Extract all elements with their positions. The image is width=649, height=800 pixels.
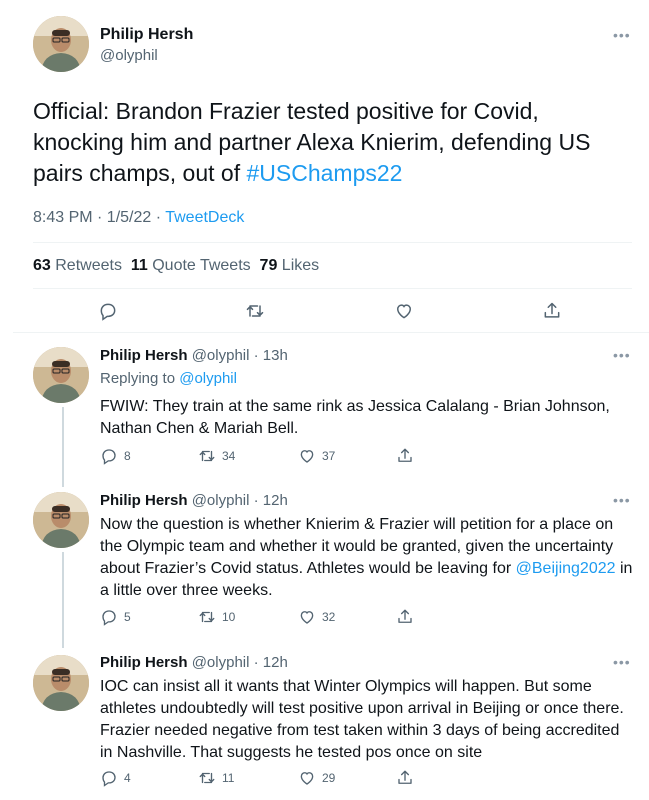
divider bbox=[33, 288, 632, 289]
tweet-source[interactable]: TweetDeck bbox=[165, 209, 244, 226]
avatar[interactable] bbox=[33, 16, 89, 72]
tweet-text: Official: Brandon Frazier tested positiv… bbox=[33, 96, 633, 189]
like-button[interactable] bbox=[394, 301, 414, 321]
like-icon bbox=[300, 772, 314, 785]
reply-icon bbox=[102, 449, 116, 465]
share-icon bbox=[398, 448, 412, 462]
quote-tweets-stat[interactable]: 11 Quote Tweets bbox=[131, 257, 251, 274]
like-count: 32 bbox=[322, 610, 336, 624]
retweet-icon bbox=[199, 450, 215, 462]
author-name[interactable]: Philip Hersh bbox=[100, 26, 193, 44]
divider bbox=[33, 242, 632, 243]
retweet-icon bbox=[199, 611, 215, 623]
like-icon bbox=[300, 611, 314, 624]
author-handle-time[interactable]: @olyphil · 13h bbox=[192, 347, 288, 364]
retweet-button[interactable]: 34 bbox=[198, 447, 235, 465]
share-button[interactable] bbox=[542, 301, 562, 321]
mention-link[interactable]: @Beijing2022 bbox=[516, 560, 616, 577]
reply-header: Philip Hersh @olyphil · 13h bbox=[100, 347, 288, 364]
reply-count: 4 bbox=[124, 771, 131, 785]
reply-text: Now the question is whether Knierim & Fr… bbox=[100, 516, 633, 599]
reply-icon bbox=[102, 771, 116, 787]
reply-button[interactable]: 8 bbox=[100, 447, 131, 465]
share-button[interactable] bbox=[396, 447, 414, 465]
reply-header: Philip Hersh @olyphil · 12h bbox=[100, 492, 288, 509]
author-name[interactable]: Philip Hersh bbox=[100, 492, 188, 509]
reply-text: FWIW: They train at the same rink as Jes… bbox=[100, 398, 610, 437]
retweet-button[interactable]: 11 bbox=[198, 769, 234, 787]
thread-line bbox=[62, 552, 64, 648]
thread-line bbox=[62, 407, 64, 487]
like-icon bbox=[396, 304, 412, 319]
reply-icon bbox=[102, 610, 116, 626]
more-icon[interactable]: ••• bbox=[613, 654, 631, 670]
retweet-button[interactable] bbox=[245, 301, 265, 321]
avatar[interactable] bbox=[33, 655, 89, 711]
author-handle[interactable]: @olyphil bbox=[100, 47, 158, 64]
reply-count: 5 bbox=[124, 610, 131, 624]
more-icon[interactable]: ••• bbox=[613, 492, 631, 508]
share-icon bbox=[544, 302, 560, 318]
reply-button[interactable] bbox=[98, 301, 118, 321]
tweet-time[interactable]: 8:43 PM · 1/5/22 · bbox=[33, 209, 165, 226]
share-icon bbox=[398, 609, 412, 623]
author-handle-time[interactable]: @olyphil · 12h bbox=[192, 654, 288, 671]
more-icon[interactable]: ••• bbox=[613, 347, 631, 363]
like-count: 37 bbox=[322, 449, 336, 463]
retweet-icon bbox=[199, 772, 215, 784]
share-icon bbox=[398, 770, 412, 784]
hashtag-link[interactable]: #USChamps22 bbox=[247, 160, 403, 186]
replying-to-link[interactable]: @olyphil bbox=[179, 370, 237, 387]
tweet-meta: 8:43 PM · 1/5/22 · TweetDeck bbox=[33, 209, 244, 227]
retweet-count: 10 bbox=[222, 610, 236, 624]
avatar[interactable] bbox=[33, 492, 89, 548]
author-handle-time[interactable]: @olyphil · 12h bbox=[192, 492, 288, 509]
reply-icon bbox=[100, 303, 116, 321]
divider bbox=[13, 332, 649, 333]
like-button[interactable]: 29 bbox=[298, 769, 335, 787]
replying-to: Replying to @olyphil bbox=[100, 370, 237, 387]
author-name[interactable]: Philip Hersh bbox=[100, 654, 188, 671]
retweet-count: 11 bbox=[222, 771, 235, 785]
retweet-count: 34 bbox=[222, 449, 236, 463]
like-button[interactable]: 32 bbox=[298, 608, 335, 626]
reply-button[interactable]: 4 bbox=[100, 769, 131, 787]
share-button[interactable] bbox=[396, 608, 414, 626]
retweets-stat[interactable]: 63 Retweets bbox=[33, 257, 122, 274]
avatar[interactable] bbox=[33, 347, 89, 403]
reply-count: 8 bbox=[124, 449, 131, 463]
author-name[interactable]: Philip Hersh bbox=[100, 347, 188, 364]
share-button[interactable] bbox=[396, 769, 414, 787]
reply-text: IOC can insist all it wants that Winter … bbox=[100, 678, 624, 761]
reply-button[interactable]: 5 bbox=[100, 608, 131, 626]
likes-stat[interactable]: 79 Likes bbox=[260, 257, 320, 274]
like-icon bbox=[300, 450, 314, 463]
reply-header: Philip Hersh @olyphil · 12h bbox=[100, 654, 288, 671]
tweet-stats: 63 Retweets 11 Quote Tweets 79 Likes bbox=[33, 257, 319, 275]
more-icon[interactable]: ••• bbox=[613, 27, 631, 43]
retweet-button[interactable]: 10 bbox=[198, 608, 235, 626]
like-count: 29 bbox=[322, 771, 336, 785]
like-button[interactable]: 37 bbox=[298, 447, 335, 465]
retweet-icon bbox=[246, 305, 264, 317]
